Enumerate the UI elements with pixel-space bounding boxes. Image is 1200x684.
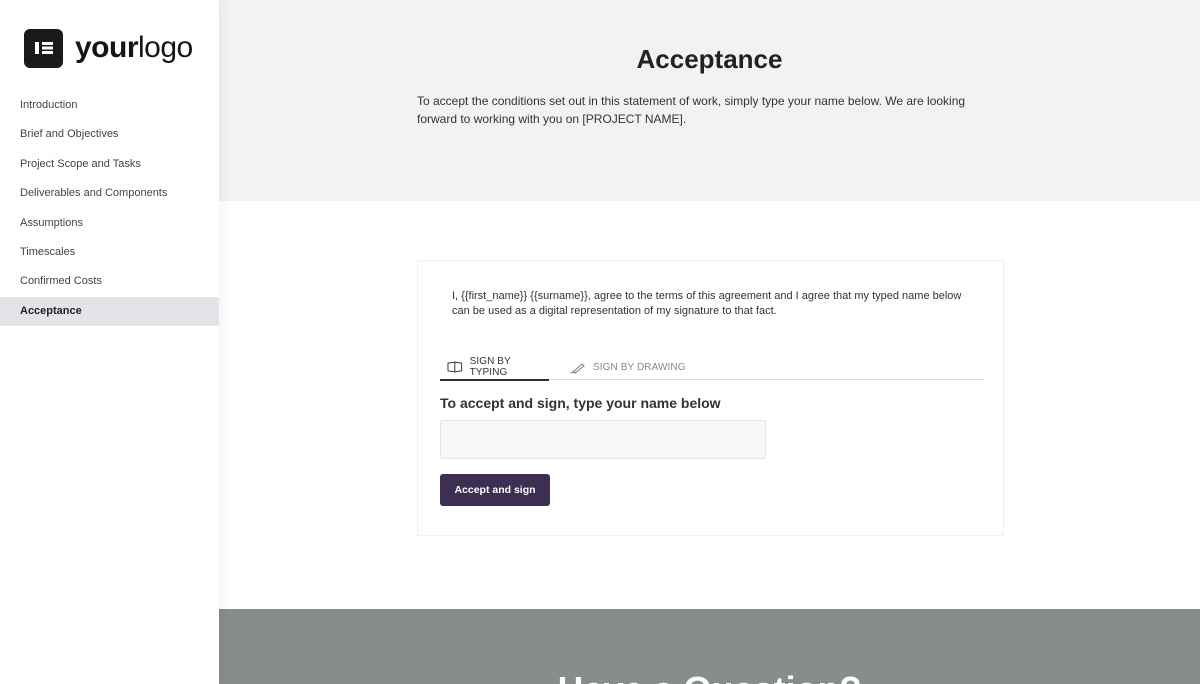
hero-section: Acceptance To accept the conditions set …: [219, 0, 1200, 201]
sidebar-item-project-scope-and-tasks[interactable]: Project Scope and Tasks: [0, 150, 219, 179]
signature-tabs: SIGN BY TYPING SIGN BY DRAWING: [440, 355, 984, 381]
sidebar-item-assumptions[interactable]: Assumptions: [0, 209, 219, 238]
pen-icon: [570, 362, 585, 374]
logo[interactable]: yourlogo: [24, 28, 193, 68]
tab-sign-by-typing-label: SIGN BY TYPING: [469, 356, 511, 378]
sidebar-item-introduction[interactable]: Introduction: [0, 91, 219, 120]
tab-sign-by-drawing[interactable]: SIGN BY DRAWING: [570, 355, 686, 380]
tab-sign-by-drawing-label: SIGN BY DRAWING: [593, 362, 686, 373]
sidebar-item-acceptance[interactable]: Acceptance: [0, 296, 219, 327]
sign-heading: To accept and sign, type your name below: [440, 395, 721, 411]
sidebar-nav: Introduction Brief and Objectives Projec…: [0, 91, 219, 327]
logo-text-light: logo: [138, 31, 193, 64]
sidebar-item-brief-and-objectives[interactable]: Brief and Objectives: [0, 120, 219, 149]
hero-description: To accept the conditions set out in this…: [417, 94, 966, 126]
tab-sign-by-typing[interactable]: SIGN BY TYPING: [440, 355, 549, 381]
logo-text-strong: your: [75, 31, 139, 64]
signature-card: I, {{first_name}} {{surname}}, agree to …: [417, 260, 1004, 536]
keyboard-icon: [447, 361, 463, 373]
sidebar-item-timescales[interactable]: Timescales: [0, 238, 219, 267]
main-content: Acceptance To accept the conditions set …: [219, 0, 1200, 684]
sidebar-item-deliverables-and-components[interactable]: Deliverables and Components: [0, 179, 219, 208]
logo-text: yourlogo: [75, 31, 193, 65]
page-title: Acceptance: [636, 44, 783, 74]
sidebar-item-confirmed-costs[interactable]: Confirmed Costs: [0, 267, 219, 296]
footer-title: Have a Question?: [219, 669, 1200, 684]
agreement-text: I, {{first_name}} {{surname}}, agree to …: [452, 290, 962, 317]
name-input[interactable]: [440, 420, 766, 459]
footer-section: Have a Question?: [219, 609, 1200, 684]
document-logo-icon: [24, 28, 63, 68]
accept-and-sign-button[interactable]: Accept and sign: [440, 474, 550, 506]
sidebar: yourlogo Introduction Brief and Objectiv…: [0, 0, 219, 684]
